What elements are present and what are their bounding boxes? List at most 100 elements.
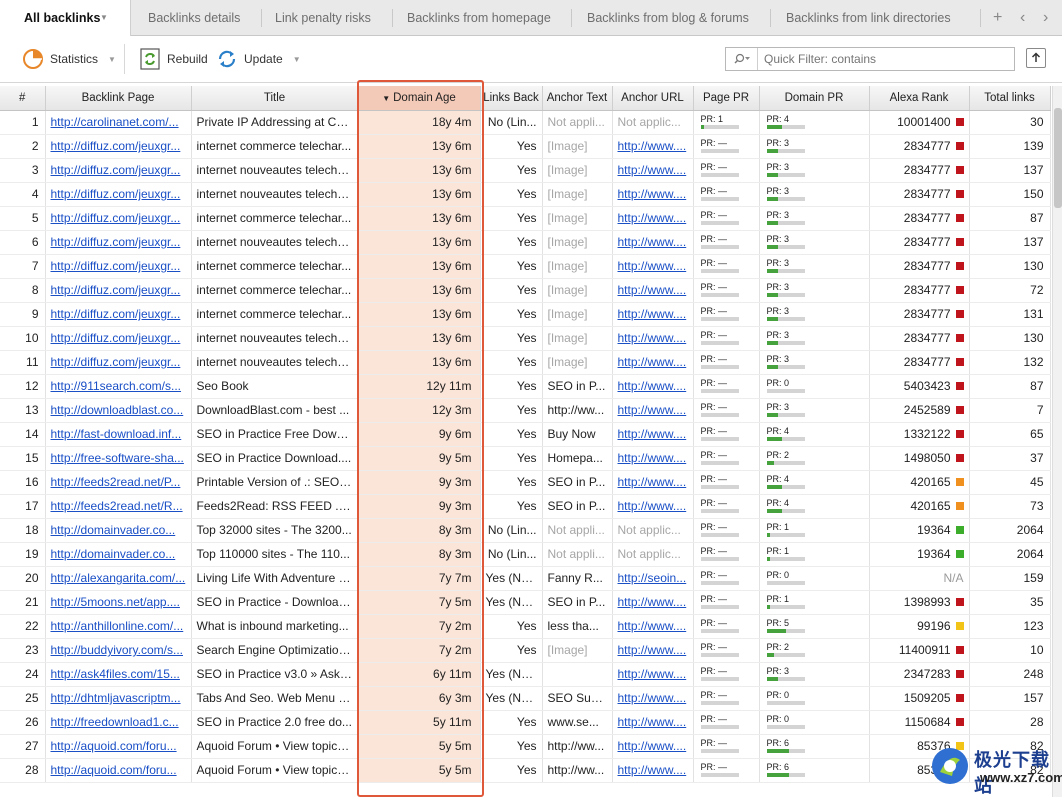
- backlink-page-link[interactable]: http://alexangarita.com/...: [45, 566, 192, 591]
- backlink-page-link[interactable]: http://buddyivory.com/s...: [45, 638, 192, 663]
- col-header-domain-pr[interactable]: Domain PR: [759, 86, 870, 111]
- backlink-page-link[interactable]: http://downloadblast.co...: [45, 398, 192, 423]
- table-row[interactable]: 10 http://diffuz.com/jeuxgr... internet no…: [0, 326, 1051, 351]
- anchor-url-link[interactable]: http://seoin...: [612, 566, 694, 591]
- backlink-page-link[interactable]: http://diffuz.com/jeuxgr...: [45, 230, 192, 255]
- anchor-url-link[interactable]: http://www....: [612, 302, 694, 327]
- anchor-url-link[interactable]: http://www....: [612, 398, 694, 423]
- tab-link-penalty-risks[interactable]: Link penalty risks: [275, 0, 371, 36]
- backlink-page-link[interactable]: http://diffuz.com/jeuxgr...: [45, 278, 192, 303]
- table-row[interactable]: 25 http://dhtmljavascriptm... Tabs And Seo…: [0, 686, 1051, 711]
- anchor-url-link[interactable]: http://www....: [612, 158, 694, 183]
- backlink-page-link[interactable]: http://dhtmljavascriptm...: [45, 686, 192, 711]
- table-row[interactable]: 11 http://diffuz.com/jeuxgr... internet no…: [0, 350, 1051, 375]
- backlink-page-link[interactable]: http://diffuz.com/jeuxgr...: [45, 182, 192, 207]
- backlink-page-link[interactable]: http://feeds2read.net/P...: [45, 470, 192, 495]
- anchor-url-link[interactable]: http://www....: [612, 590, 694, 615]
- scroll-tabs-left-icon[interactable]: ‹: [1020, 0, 1025, 36]
- anchor-url-link[interactable]: http://www....: [612, 230, 694, 255]
- table-row[interactable]: 18 http://domainvader.co... Top 32000 site…: [0, 518, 1051, 543]
- backlink-page-link[interactable]: http://aquoid.com/foru...: [45, 734, 192, 759]
- table-row[interactable]: 4 http://diffuz.com/jeuxgr... internet nou…: [0, 182, 1051, 207]
- anchor-url-link[interactable]: http://www....: [612, 662, 694, 687]
- table-row[interactable]: 5 http://diffuz.com/jeuxgr... internet com…: [0, 206, 1051, 231]
- col-header-page-pr[interactable]: Page PR: [693, 86, 760, 111]
- anchor-url-link[interactable]: http://www....: [612, 686, 694, 711]
- backlink-page-link[interactable]: http://diffuz.com/jeuxgr...: [45, 254, 192, 279]
- table-row[interactable]: 26 http://freedownload1.c... SEO in Practi…: [0, 710, 1051, 735]
- anchor-url-link[interactable]: http://www....: [612, 254, 694, 279]
- backlink-page-link[interactable]: http://diffuz.com/jeuxgr...: [45, 302, 192, 327]
- col-header-title[interactable]: Title: [191, 86, 359, 111]
- backlink-page-link[interactable]: http://domainvader.co...: [45, 542, 192, 567]
- table-row[interactable]: 12 http://911search.com/s... Seo Book 12y 1…: [0, 374, 1051, 399]
- tab-backlinks-from-homepage[interactable]: Backlinks from homepage: [407, 0, 551, 36]
- anchor-url-link[interactable]: http://www....: [612, 374, 694, 399]
- chevron-down-icon[interactable]: ▼: [100, 0, 108, 36]
- table-row[interactable]: 19 http://domainvader.co... Top 110000 sit…: [0, 542, 1051, 567]
- table-row[interactable]: 17 http://feeds2read.net/R... Feeds2Read: …: [0, 494, 1051, 519]
- anchor-url-link[interactable]: http://www....: [612, 134, 694, 159]
- backlink-page-link[interactable]: http://diffuz.com/jeuxgr...: [45, 134, 192, 159]
- col-header-anchor-text[interactable]: Anchor Text: [542, 86, 613, 111]
- anchor-url-link[interactable]: http://www....: [612, 710, 694, 735]
- export-button[interactable]: [1026, 48, 1046, 68]
- anchor-url-link[interactable]: http://www....: [612, 734, 694, 759]
- table-row[interactable]: 9 http://diffuz.com/jeuxgr... internet com…: [0, 302, 1051, 327]
- col-header-total-links[interactable]: Total links: [969, 86, 1051, 111]
- anchor-url-link[interactable]: http://www....: [612, 422, 694, 447]
- table-row[interactable]: 23 http://buddyivory.com/s... Search Engin…: [0, 638, 1051, 663]
- anchor-url-link[interactable]: http://www....: [612, 614, 694, 639]
- table-row[interactable]: 28 http://aquoid.com/foru... Aquoid Forum …: [0, 758, 1051, 783]
- tab-backlinks-from-link-directories[interactable]: Backlinks from link directories: [786, 0, 951, 36]
- table-row[interactable]: 21 http://5moons.net/app.... SEO in Practi…: [0, 590, 1051, 615]
- statistics-button[interactable]: Statistics ▼: [22, 46, 116, 72]
- anchor-url-link[interactable]: http://www....: [612, 350, 694, 375]
- table-row[interactable]: 6 http://diffuz.com/jeuxgr... internet nou…: [0, 230, 1051, 255]
- backlink-page-link[interactable]: http://diffuz.com/jeuxgr...: [45, 158, 192, 183]
- table-row[interactable]: 14 http://fast-download.inf... SEO in Prac…: [0, 422, 1051, 447]
- col-header-alexa-rank[interactable]: Alexa Rank: [869, 86, 970, 111]
- add-tab-icon[interactable]: +: [993, 0, 1002, 36]
- backlink-page-link[interactable]: http://diffuz.com/jeuxgr...: [45, 326, 192, 351]
- table-row[interactable]: 15 http://free-software-sha... SEO in Prac…: [0, 446, 1051, 471]
- anchor-url-link[interactable]: http://www....: [612, 326, 694, 351]
- tab-backlinks-details[interactable]: Backlinks details: [148, 0, 240, 36]
- scrollbar-thumb[interactable]: [1054, 108, 1062, 208]
- backlink-page-link[interactable]: http://5moons.net/app....: [45, 590, 192, 615]
- table-row[interactable]: 3 http://diffuz.com/jeuxgr... internet nou…: [0, 158, 1051, 183]
- table-row[interactable]: 27 http://aquoid.com/foru... Aquoid Forum …: [0, 734, 1051, 759]
- anchor-url-link[interactable]: http://www....: [612, 278, 694, 303]
- anchor-url-link[interactable]: http://www....: [612, 470, 694, 495]
- scroll-tabs-right-icon[interactable]: ›: [1043, 0, 1048, 36]
- tab-all-backlinks[interactable]: All backlinks ▼: [0, 0, 131, 37]
- backlink-page-link[interactable]: http://diffuz.com/jeuxgr...: [45, 350, 192, 375]
- anchor-url-link[interactable]: http://www....: [612, 182, 694, 207]
- quick-filter-input[interactable]: [758, 49, 1008, 69]
- table-row[interactable]: 20 http://alexangarita.com/... Living Life…: [0, 566, 1051, 591]
- backlink-page-link[interactable]: http://diffuz.com/jeuxgr...: [45, 206, 192, 231]
- anchor-url-link[interactable]: http://www....: [612, 638, 694, 663]
- backlink-page-link[interactable]: http://911search.com/s...: [45, 374, 192, 399]
- table-row[interactable]: 1 http://carolinanet.com/... Private IP Ad…: [0, 110, 1051, 135]
- table-row[interactable]: 7 http://diffuz.com/jeuxgr... internet com…: [0, 254, 1051, 279]
- rebuild-button[interactable]: Rebuild: [139, 46, 208, 72]
- anchor-url-link[interactable]: http://www....: [612, 758, 694, 783]
- anchor-url-link[interactable]: http://www....: [612, 494, 694, 519]
- vertical-scrollbar[interactable]: [1052, 86, 1062, 797]
- table-row[interactable]: 22 http://anthillonline.com/... What is in…: [0, 614, 1051, 639]
- col-header-backlink-page[interactable]: Backlink Page: [45, 86, 192, 111]
- table-row[interactable]: 16 http://feeds2read.net/P... Printable Ve…: [0, 470, 1051, 495]
- col-header-index[interactable]: #: [0, 86, 46, 111]
- backlink-page-link[interactable]: http://ask4files.com/15...: [45, 662, 192, 687]
- backlink-page-link[interactable]: http://domainvader.co...: [45, 518, 192, 543]
- tab-backlinks-from-blog-forums[interactable]: Backlinks from blog & forums: [587, 0, 749, 36]
- anchor-url-link[interactable]: http://www....: [612, 206, 694, 231]
- anchor-url-link[interactable]: http://www....: [612, 446, 694, 471]
- backlink-page-link[interactable]: http://feeds2read.net/R...: [45, 494, 192, 519]
- backlink-page-link[interactable]: http://anthillonline.com/...: [45, 614, 192, 639]
- table-row[interactable]: 8 http://diffuz.com/jeuxgr... internet com…: [0, 278, 1051, 303]
- col-header-domain-age[interactable]: ▼ Domain Age: [358, 86, 481, 111]
- update-button[interactable]: Update ▼: [216, 46, 301, 72]
- backlink-page-link[interactable]: http://carolinanet.com/...: [45, 110, 192, 135]
